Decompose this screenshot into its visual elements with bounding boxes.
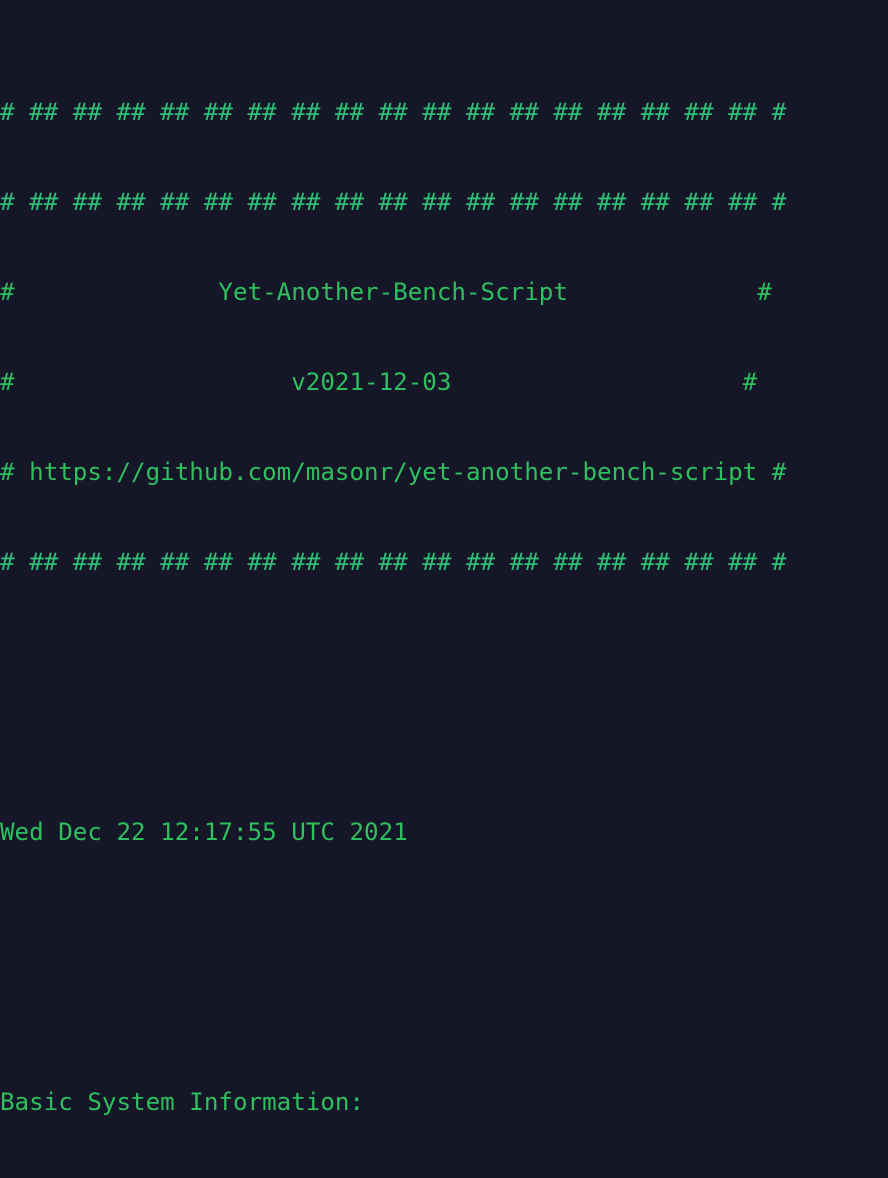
- banner-rule-upper: # ## ## ## ## ## ## ## ## ## ## ## ## ##…: [0, 188, 787, 216]
- banner-rule-lower: # ## ## ## ## ## ## ## ## ## ## ## ## ##…: [0, 548, 787, 576]
- banner-script-name: # Yet-Another-Bench-Script #: [0, 278, 772, 306]
- banner-repo-url[interactable]: # https://github.com/masonr/yet-another-…: [0, 457, 888, 487]
- banner-rule-top-partial: # ## ## ## ## ## ## ## ## ## ## ## ## ##…: [0, 98, 787, 126]
- section-heading-basic-system-information: Basic System Information:: [0, 1088, 365, 1116]
- terminal-window[interactable]: # ## ## ## ## ## ## ## ## ## ## ## ## ##…: [0, 0, 888, 1178]
- banner-version: # v2021-12-03 #: [0, 368, 758, 396]
- terminal-screen: # ## ## ## ## ## ## ## ## ## ## ## ## ##…: [0, 0, 888, 1178]
- run-timestamp: Wed Dec 22 12:17:55 UTC 2021: [0, 818, 408, 846]
